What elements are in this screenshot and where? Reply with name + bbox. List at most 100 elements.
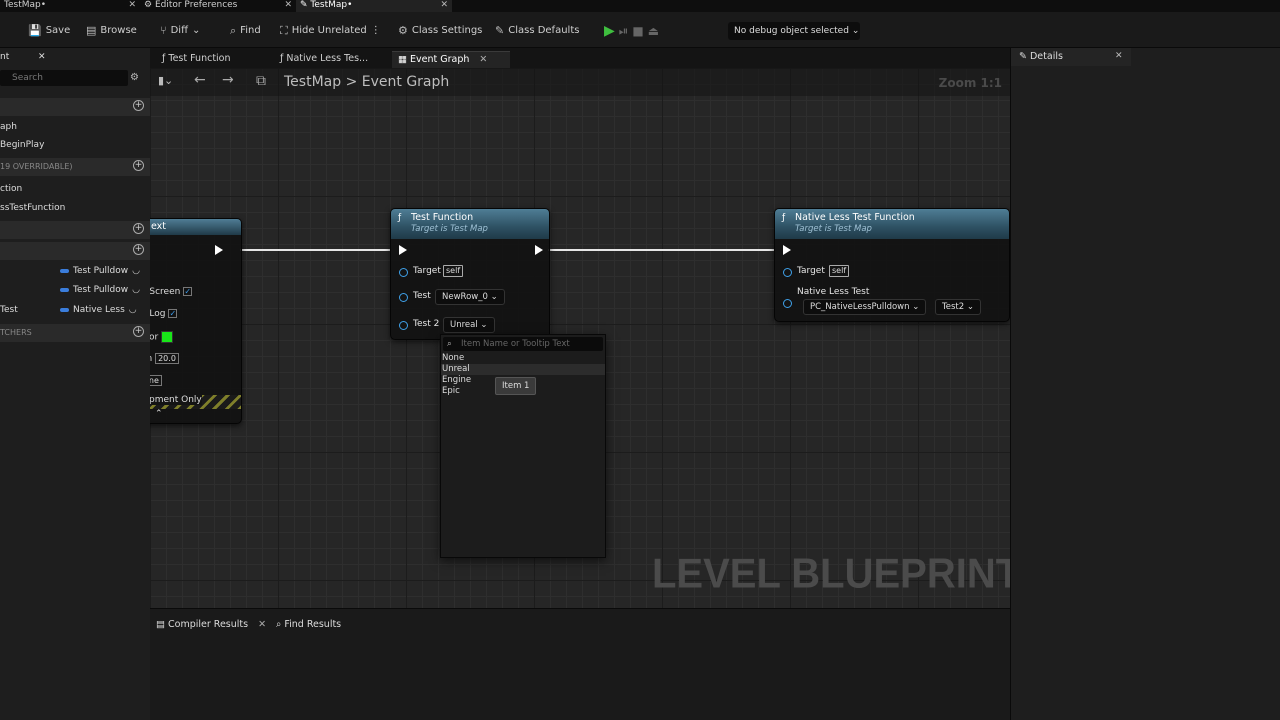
bookmark-icon[interactable]: ▮⌄	[158, 74, 173, 87]
functions-section-header[interactable]: 19 OVERRIDABLE) +	[0, 158, 150, 176]
exec-out-pin[interactable]	[535, 245, 543, 255]
key-input[interactable]: one	[150, 375, 162, 386]
add-icon[interactable]: +	[133, 326, 144, 337]
window-tab-testmap-active[interactable]: ✎ TestMap• ✕	[296, 0, 452, 12]
stop-icon[interactable]: ■	[632, 22, 643, 40]
variable-type-pill	[60, 307, 69, 312]
close-icon[interactable]: ✕	[128, 0, 136, 11]
target-pin[interactable]	[399, 268, 408, 277]
native-less-row-combo[interactable]: Test2 ⌄	[935, 299, 981, 315]
add-icon[interactable]: +	[133, 100, 144, 111]
breadcrumb-current[interactable]: Event Graph	[362, 74, 450, 90]
checkbox-checked[interactable]: ✓	[168, 309, 178, 318]
test2-pin[interactable]	[399, 321, 408, 330]
test-function-node[interactable]: ƒ Test Function Target is Test Map Targe…	[390, 208, 550, 340]
back-arrow-icon[interactable]: ←	[194, 72, 206, 88]
window-tab-editor-preferences[interactable]: ⚙ Editor Preferences ✕	[140, 0, 296, 12]
find-button[interactable]: ⌕ Find	[230, 22, 261, 40]
target-self-value[interactable]: self	[443, 265, 464, 277]
function-icon: ƒ	[782, 213, 786, 223]
print-to-screen-pin: o Screen ✓	[150, 287, 193, 297]
dropdown-search-input[interactable]: ⌕ Item Name or Tooltip Text	[443, 337, 603, 351]
tab-details[interactable]: ✎ Details	[1011, 48, 1131, 66]
close-icon[interactable]: ✕	[1115, 51, 1123, 61]
step-icon[interactable]: ⏯	[619, 22, 629, 40]
native-less-test-pin[interactable]	[783, 299, 792, 308]
development-only-banner: lopment Only	[150, 395, 241, 409]
chevron-down-icon: ⌄	[490, 292, 498, 302]
test2-combo[interactable]: Unreal ⌄	[443, 317, 495, 333]
exec-out-pin[interactable]	[215, 245, 223, 255]
tab-compiler-results[interactable]: ▤ Compiler Results ✕	[156, 617, 266, 633]
add-icon[interactable]: +	[133, 223, 144, 234]
list-item-function[interactable]: ction	[0, 184, 150, 194]
more-icon[interactable]: ⋮	[371, 22, 381, 40]
save-button[interactable]: 💾 Save	[28, 22, 70, 40]
diff-button[interactable]: ⑂ Diff ⌄	[160, 22, 200, 40]
close-icon[interactable]: ✕	[38, 52, 46, 62]
pencil-icon: ✎	[495, 24, 505, 37]
key-pin: one	[150, 375, 162, 386]
browse-button[interactable]: ▤ Browse	[86, 22, 137, 40]
close-icon[interactable]: ✕	[479, 54, 487, 65]
zoom-level: Zoom 1:1	[938, 76, 1002, 90]
test-combo[interactable]: NewRow_0 ⌄	[435, 289, 505, 305]
close-icon[interactable]: ✕	[440, 0, 448, 11]
graphs-section-header[interactable]: +	[0, 98, 150, 116]
hide-unrelated-button[interactable]: ⛶ Hide Unrelated ⋮	[280, 22, 381, 40]
checkbox-checked[interactable]: ✓	[183, 287, 193, 296]
exec-in-pin[interactable]	[783, 245, 791, 255]
test-pin[interactable]	[399, 293, 408, 302]
event-dispatchers-section-header[interactable]: TCHERS +	[0, 324, 150, 342]
list-item-nativeless-function[interactable]: ssTestFunction	[0, 203, 150, 213]
graph-nav-bar: ▮⌄ ← → ⧉ TestMap > Event Graph Zoom 1:1	[150, 68, 1010, 96]
level-blueprint-watermark: LEVEL BLUEPRINT	[652, 550, 1010, 598]
print-string-node[interactable]: ext o Screen ✓ o Log ✓ olor on 20.0 one …	[150, 218, 242, 424]
tab-event-graph[interactable]: ▦ Event Graph ✕	[392, 51, 510, 68]
tab-native-less-test[interactable]: ƒ Native Less Tes...	[274, 51, 368, 68]
chevron-down-icon: ⌄	[912, 302, 920, 312]
eye-icon[interactable]: ◡	[129, 305, 137, 315]
dropdown-option-none[interactable]: None	[441, 353, 605, 364]
chevron-down-icon: ⌄	[966, 302, 974, 312]
target-pin[interactable]	[783, 268, 792, 277]
eye-icon[interactable]: ◡	[132, 266, 140, 276]
add-icon[interactable]: +	[133, 244, 144, 255]
eject-icon[interactable]: ⏏	[648, 22, 659, 40]
chevron-up-icon[interactable]: ⌃	[155, 409, 163, 419]
tab-find-results[interactable]: ⌕ Find Results	[276, 617, 341, 633]
graph-tab-bar: ƒ Test Function ƒ Native Less Tes... ▦ E…	[150, 48, 1010, 68]
dropdown-option-unreal[interactable]: Unreal	[441, 364, 605, 375]
close-icon[interactable]: ✕	[284, 0, 292, 11]
duration-input[interactable]: 20.0	[155, 353, 179, 364]
variables-section-header[interactable]: +	[0, 242, 150, 260]
details-panel: ✎ Details ✕	[1010, 48, 1280, 720]
color-swatch[interactable]	[161, 331, 174, 343]
eye-icon[interactable]: ◡	[132, 285, 140, 295]
play-controls: ▶ ⏯ ■ ⏏	[604, 22, 659, 40]
debug-object-select[interactable]: No debug object selected ⌄	[728, 22, 860, 40]
forward-arrow-icon[interactable]: →	[222, 72, 234, 88]
class-defaults-button[interactable]: ✎ Class Defaults	[495, 22, 579, 40]
add-icon[interactable]: +	[133, 160, 144, 171]
macros-section-header[interactable]: +	[0, 221, 150, 239]
class-settings-button[interactable]: ⚙ Class Settings	[398, 22, 482, 40]
variable-item-2[interactable]: Test Pulldow ◡	[0, 285, 150, 295]
target-self-value[interactable]: self	[829, 265, 850, 277]
exec-in-pin[interactable]	[399, 245, 407, 255]
gear-icon[interactable]: ⚙	[130, 72, 139, 83]
play-icon[interactable]: ▶	[604, 22, 615, 40]
native-less-pulldown-combo[interactable]: PC_NativeLessPulldown ⌄	[803, 299, 927, 315]
native-less-test-function-node[interactable]: ƒ Native Less Test Function Target is Te…	[774, 208, 1010, 322]
diff-icon: ⑂	[160, 24, 167, 37]
variable-item-1[interactable]: Test Pulldow ◡	[0, 266, 150, 276]
close-icon[interactable]: ✕	[258, 619, 266, 630]
list-item-graph[interactable]: aph	[0, 122, 150, 132]
search-input[interactable]: Search	[0, 70, 128, 86]
list-item-beginplay[interactable]: BeginPlay	[0, 140, 150, 150]
breadcrumb-root[interactable]: TestMap	[284, 74, 341, 90]
tab-test-function[interactable]: ƒ Test Function	[156, 51, 231, 68]
window-tab-testmap-1[interactable]: TestMap• ✕	[0, 0, 140, 12]
variable-item-3[interactable]: Test Native Less ◡	[0, 305, 150, 315]
search-icon: ⌕	[447, 339, 452, 349]
